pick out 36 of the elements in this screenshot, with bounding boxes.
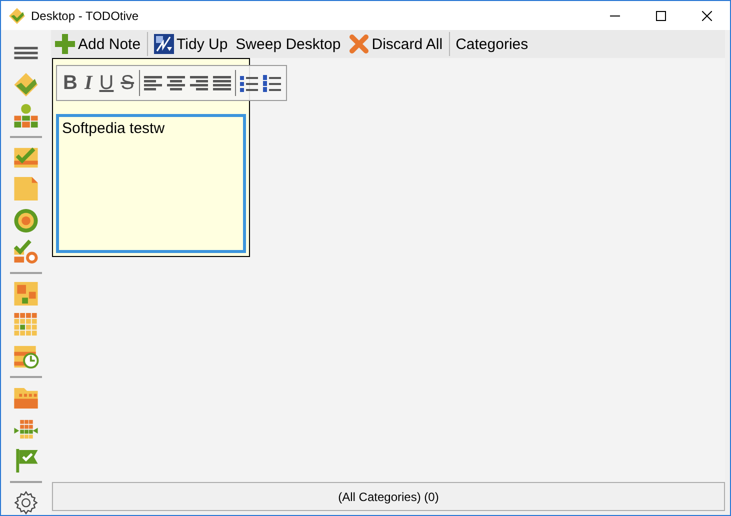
window-title: Desktop - TODOtive bbox=[31, 8, 140, 22]
app-logo-icon bbox=[9, 8, 25, 24]
close-icon bbox=[702, 10, 712, 20]
bullet-list-icon[interactable] bbox=[239, 73, 260, 93]
toolbar-button[interactable]: Discard All bbox=[344, 31, 447, 57]
diamond-check-icon[interactable] bbox=[13, 72, 39, 98]
format-button[interactable]: U bbox=[97, 69, 116, 97]
folder-icon[interactable] bbox=[13, 385, 39, 411]
check-refresh-icon[interactable] bbox=[13, 239, 39, 265]
calendar-clock-icon[interactable] bbox=[13, 344, 39, 370]
note-text-field[interactable]: Softpedia testw bbox=[56, 114, 246, 253]
align-right-icon[interactable] bbox=[189, 73, 210, 93]
flag-check-icon[interactable] bbox=[13, 448, 39, 474]
align-left-icon[interactable] bbox=[143, 73, 164, 93]
toolbar-button[interactable]: Add Note bbox=[51, 31, 145, 57]
chart-icon bbox=[154, 34, 174, 54]
cross-icon bbox=[348, 34, 369, 54]
numbered-list-icon[interactable] bbox=[262, 73, 282, 93]
task-check-icon[interactable] bbox=[13, 144, 39, 170]
justify-icon[interactable] bbox=[212, 73, 232, 93]
format-button[interactable]: B bbox=[61, 69, 80, 97]
settings-icon[interactable] bbox=[13, 490, 39, 516]
format-button[interactable]: I bbox=[82, 69, 94, 97]
target-icon[interactable] bbox=[13, 208, 39, 234]
status-bar: (All Categories) (0) bbox=[52, 482, 725, 511]
plus-icon bbox=[55, 34, 75, 54]
format-button[interactable]: S bbox=[118, 69, 136, 97]
blocks-icon[interactable] bbox=[13, 280, 39, 306]
toolbar-button[interactable]: Tidy Up bbox=[150, 31, 232, 57]
calendar-grid-icon[interactable] bbox=[13, 312, 39, 338]
toolbar-button[interactable]: Sweep Desktop bbox=[232, 31, 345, 57]
people-icon[interactable] bbox=[13, 103, 39, 129]
align-center-icon[interactable] bbox=[166, 73, 186, 93]
note-icon[interactable] bbox=[13, 176, 39, 202]
maximize-icon bbox=[656, 10, 666, 20]
toolbar-button[interactable]: Categories bbox=[452, 31, 532, 57]
